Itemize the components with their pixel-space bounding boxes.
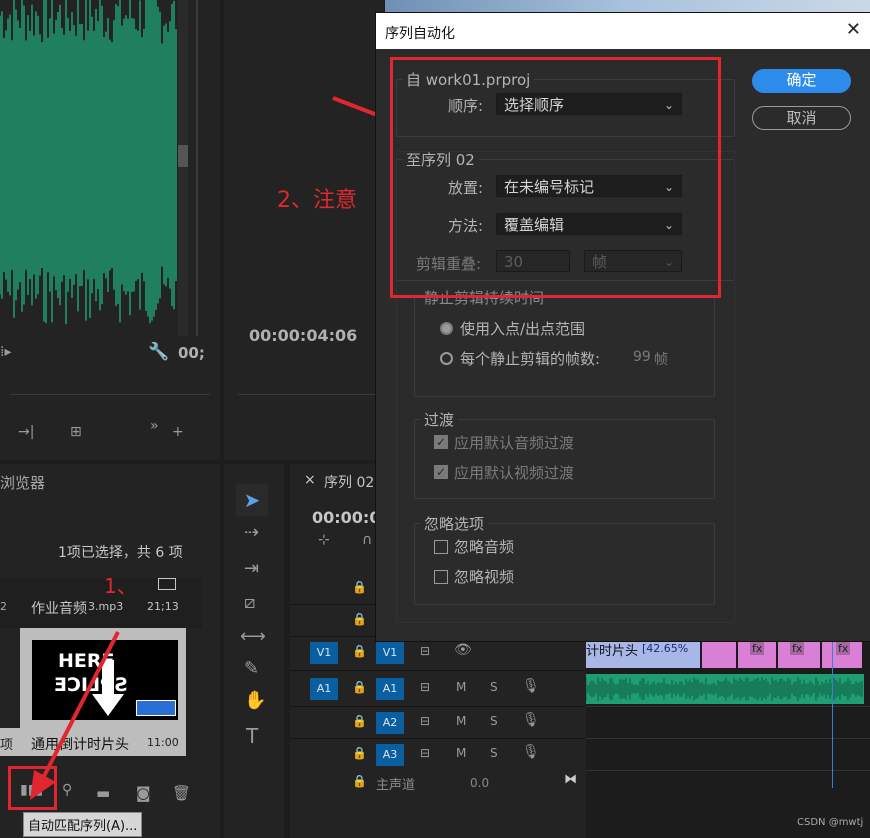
dialog-title: 序列自动化: [385, 26, 455, 42]
ok-button[interactable]: 确定: [752, 69, 851, 93]
watermark: CSDN @mwtj: [797, 817, 864, 828]
close-icon[interactable]: ✕: [846, 19, 861, 40]
dialog-titlebar: 序列自动化 ✕: [376, 13, 870, 49]
cancel-button[interactable]: 取消: [752, 106, 851, 130]
settings-highlight: [390, 57, 721, 298]
